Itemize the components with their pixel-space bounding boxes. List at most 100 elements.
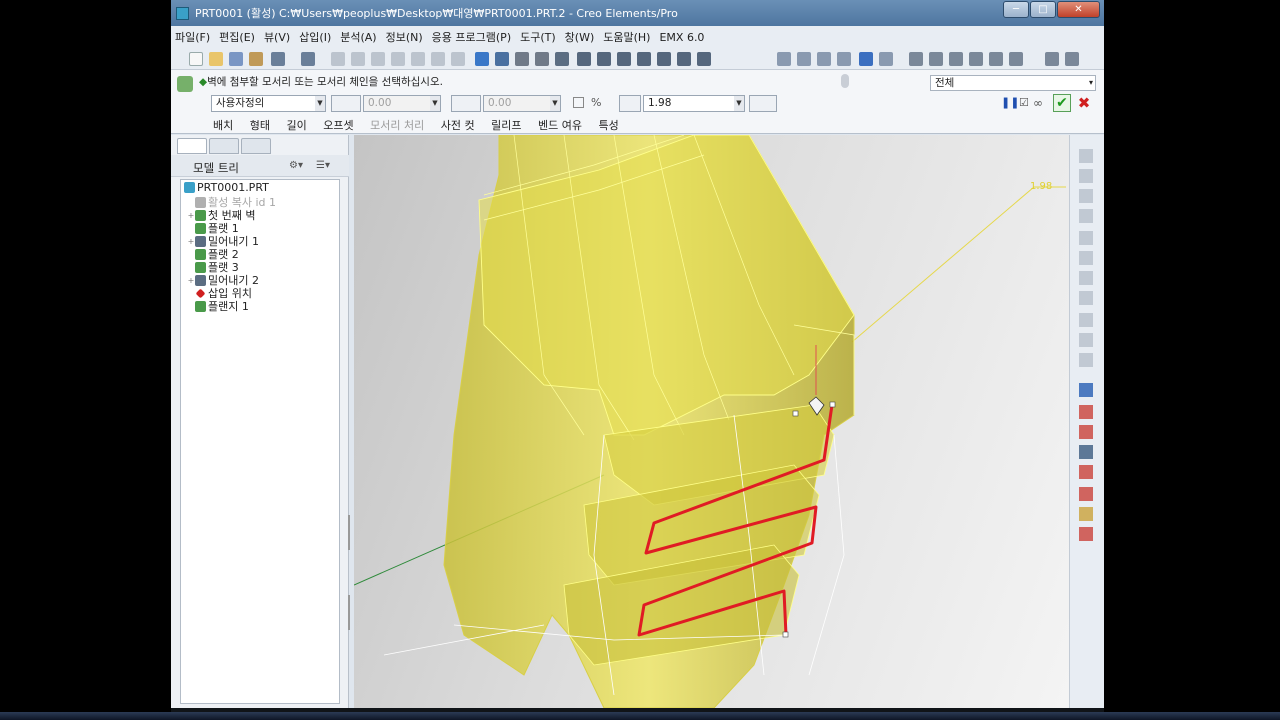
new-file-icon[interactable] — [189, 52, 203, 66]
tab-shape[interactable]: 형태 — [250, 119, 270, 132]
shape-select[interactable]: 사용자정의 ▼ — [211, 95, 326, 112]
tab-model-tree[interactable] — [177, 138, 207, 154]
tab-relief[interactable]: 릴리프 — [491, 119, 521, 132]
corner-relief-icon[interactable] — [1079, 251, 1093, 265]
sketched-curve-icon[interactable] — [1079, 527, 1093, 541]
csys-tool-icon[interactable] — [1079, 487, 1093, 501]
cancel-button[interactable]: ✖ — [1076, 94, 1092, 112]
annotation-icon[interactable] — [909, 52, 923, 66]
tab-placement[interactable]: 배치 — [213, 119, 233, 132]
maximize-button[interactable]: □ — [1030, 1, 1056, 18]
spin-center-icon[interactable] — [535, 52, 549, 66]
dimension-label[interactable]: 1.98 — [1030, 181, 1052, 192]
datum-planes-icon[interactable] — [859, 52, 873, 66]
orient-icon[interactable] — [555, 52, 569, 66]
tab-miter-cuts[interactable]: 사전 컷 — [441, 119, 475, 132]
tree-item[interactable]: PRT0001.PRT — [184, 181, 269, 194]
redo-icon[interactable] — [301, 52, 315, 66]
rip-icon[interactable] — [1079, 313, 1093, 327]
bend-checkbox-icon[interactable] — [573, 97, 584, 108]
length-1-field[interactable]: 0.00 ▼ — [363, 95, 441, 112]
length-type-1-button[interactable] — [331, 95, 361, 112]
datum-axes-icon[interactable] — [879, 52, 893, 66]
shading-icon[interactable] — [837, 52, 851, 66]
tab-folder-browser[interactable] — [209, 138, 239, 154]
title-bar[interactable]: PRT0001 (활성) C:₩Users₩peoplus₩Desktop₩대영… — [171, 0, 1104, 26]
model-graphics[interactable]: 1.98 — [354, 135, 1069, 708]
print-icon[interactable] — [249, 52, 263, 66]
cut-icon[interactable] — [331, 52, 345, 66]
menu-help[interactable]: 도움말(H) — [603, 29, 650, 45]
graphics-window[interactable]: 1.98 — [354, 135, 1069, 708]
close-window-icon[interactable] — [1045, 52, 1059, 66]
datum-curve-icon[interactable] — [1079, 445, 1093, 459]
regenerate-icon[interactable] — [411, 52, 425, 66]
context-help-icon[interactable] — [1065, 52, 1079, 66]
drag-handle[interactable] — [782, 631, 789, 638]
radius-side-button[interactable] — [749, 95, 777, 112]
tab-properties[interactable]: 특성 — [598, 119, 618, 132]
open-file-icon[interactable] — [209, 52, 223, 66]
ok-button[interactable]: ✔ — [1053, 94, 1071, 112]
print-view-icon[interactable] — [989, 52, 1003, 66]
menu-emx[interactable]: EMX 6.0 — [659, 31, 704, 44]
menu-insert[interactable]: 삽입(I) — [299, 29, 331, 45]
zoom-window-icon[interactable] — [637, 52, 651, 66]
expand-icon[interactable]: + — [187, 211, 195, 220]
spin-icon[interactable] — [929, 52, 943, 66]
tab-bend-allowance[interactable]: 벤드 여유 — [538, 119, 582, 132]
thickness-field[interactable]: 1.98 ▼ — [643, 95, 745, 112]
expand-icon[interactable]: + — [187, 276, 195, 285]
find-icon[interactable] — [431, 52, 445, 66]
flat-wall-icon[interactable] — [1079, 209, 1093, 223]
csys-icon[interactable] — [949, 52, 963, 66]
flip-thickness-icon[interactable]: % — [591, 96, 601, 109]
saved-views-icon[interactable] — [677, 52, 691, 66]
show-icon[interactable]: ☰▾ — [316, 160, 330, 171]
unbend-icon[interactable] — [1079, 149, 1093, 163]
tab-offset[interactable]: 오프셋 — [323, 119, 353, 132]
selection-filter[interactable]: 전체 ▾ — [930, 75, 1096, 91]
hidden-line-icon[interactable] — [797, 52, 811, 66]
close-button[interactable]: ✕ — [1057, 1, 1100, 18]
save-icon[interactable] — [229, 52, 243, 66]
tab-length[interactable]: 길이 — [287, 119, 307, 132]
copy-icon[interactable] — [351, 52, 365, 66]
tab-favorites[interactable] — [241, 138, 271, 154]
flatten-icon[interactable] — [1079, 353, 1093, 367]
menu-window[interactable]: 창(W) — [565, 29, 595, 45]
datum-point-icon[interactable] — [1079, 465, 1093, 479]
drag-handle[interactable] — [829, 401, 836, 408]
bend-back-icon[interactable] — [1079, 169, 1093, 183]
menu-applications[interactable]: 응용 프로그램(P) — [432, 29, 511, 45]
flange-icon[interactable] — [1079, 189, 1093, 203]
tree-item[interactable]: 플랜지 1 — [187, 298, 249, 314]
drag-handle[interactable] — [792, 410, 799, 417]
form-icon[interactable] — [1079, 333, 1093, 347]
select-filter-icon[interactable] — [969, 52, 983, 66]
length-type-2-button[interactable] — [451, 95, 481, 112]
select-box-icon[interactable] — [451, 52, 465, 66]
pause-icon[interactable]: ❚❚ — [1001, 96, 1019, 109]
sketch-tool-icon[interactable] — [1079, 383, 1093, 397]
appearance-icon[interactable] — [515, 52, 529, 66]
paste-special-icon[interactable] — [391, 52, 405, 66]
datum-icon[interactable] — [495, 52, 509, 66]
settings-icon[interactable]: ⚙▾ — [289, 160, 303, 171]
refit-icon[interactable] — [577, 52, 591, 66]
datum-plane-icon[interactable] — [1079, 405, 1093, 419]
zoom-out-icon[interactable] — [617, 52, 631, 66]
paste-icon[interactable] — [371, 52, 385, 66]
bend-radius-button[interactable] — [619, 95, 641, 112]
menu-file[interactable]: 파일(F) — [175, 29, 210, 45]
wireframe-icon[interactable] — [777, 52, 791, 66]
menu-info[interactable]: 정보(N) — [386, 29, 423, 45]
zoom-in-icon[interactable] — [597, 52, 611, 66]
menu-analysis[interactable]: 분석(A) — [340, 29, 376, 45]
no-hidden-icon[interactable] — [817, 52, 831, 66]
bend-icon[interactable] — [1079, 271, 1093, 285]
extrude-wall-icon[interactable] — [1079, 231, 1093, 245]
panel-splitter[interactable] — [347, 515, 351, 635]
preview-checkbox[interactable]: ☑ — [1019, 96, 1029, 109]
repaint-icon[interactable] — [657, 52, 671, 66]
